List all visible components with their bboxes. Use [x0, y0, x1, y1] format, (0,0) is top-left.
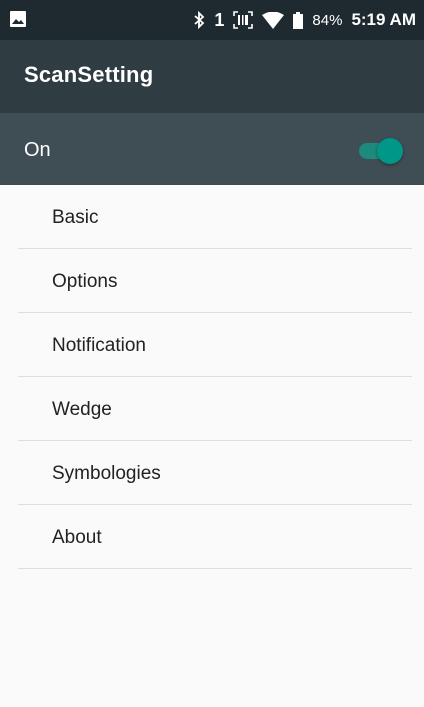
menu-item-about[interactable]: About [18, 505, 412, 569]
menu-item-label: Notification [52, 335, 146, 356]
menu-item-label: Symbologies [52, 463, 161, 484]
menu-item-notification[interactable]: Notification [18, 313, 412, 377]
switch-label: On [24, 139, 51, 161]
sim-indicator: 1 [214, 9, 225, 30]
menu-item-label: Wedge [52, 399, 112, 420]
menu-item-wedge[interactable]: Wedge [18, 377, 412, 441]
battery-percent: 84% [312, 11, 343, 29]
image-notification-icon [10, 11, 26, 32]
bluetooth-icon [193, 11, 205, 29]
menu-item-options[interactable]: Options [18, 249, 412, 313]
clock: 5:19 AM [351, 10, 416, 29]
menu-item-label: Options [52, 271, 118, 292]
master-toggle-switch[interactable] [357, 136, 405, 164]
switch-thumb [377, 138, 403, 164]
settings-menu: Basic Options Notification Wedge Symbolo… [0, 185, 424, 569]
menu-item-label: About [52, 527, 102, 548]
wifi-icon [262, 11, 285, 29]
app-bar: ScanSetting [0, 40, 424, 113]
status-bar: 1 84% 5:19 AM [0, 0, 424, 40]
menu-item-symbologies[interactable]: Symbologies [18, 441, 412, 505]
app-title: ScanSetting [24, 62, 154, 87]
menu-item-label: Basic [52, 207, 99, 228]
battery-icon [293, 11, 304, 29]
scanner-icon [233, 11, 254, 29]
menu-item-basic[interactable]: Basic [18, 185, 412, 249]
